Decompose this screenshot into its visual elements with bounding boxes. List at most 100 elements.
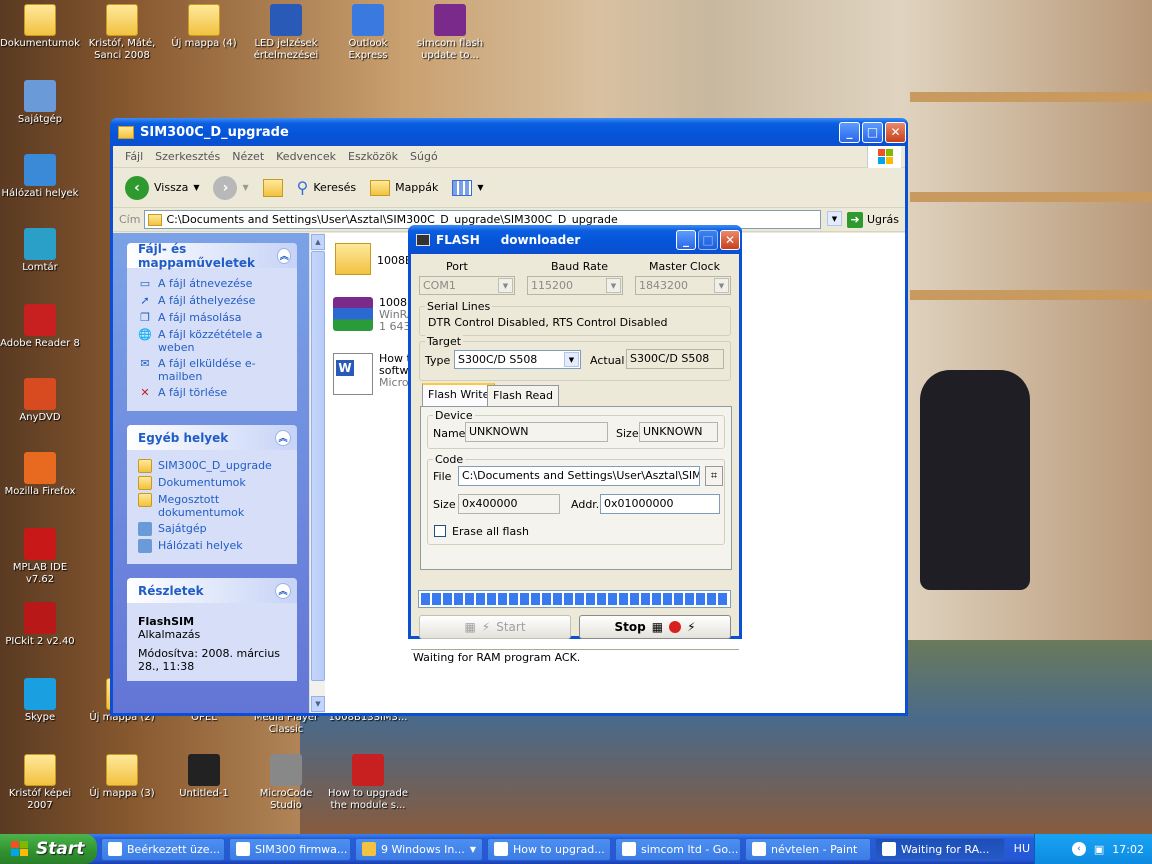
place-item[interactable]: Dokumentumok xyxy=(138,476,289,490)
taskbar-item[interactable]: Beérkezett üze... xyxy=(101,837,225,861)
folder-up-icon xyxy=(262,178,283,197)
flash-downloader-window[interactable]: FLASH downloader _ □ ✕ Port Baud Rate Ma… xyxy=(408,225,742,664)
explorer-titlebar[interactable]: SIM300C_D_upgrade _ □ ✕ xyxy=(110,118,908,146)
taskbar-item[interactable]: 9 Windows In... ▼ xyxy=(355,837,483,861)
desktop-icon[interactable]: Kristóf képei 2007 xyxy=(0,754,80,812)
maximize-button[interactable]: □ xyxy=(862,121,883,143)
desktop-icon[interactable]: Lomtár xyxy=(0,228,80,274)
desktop-icon[interactable]: Skype xyxy=(0,678,80,724)
flash-titlebar[interactable]: FLASH downloader _ □ ✕ xyxy=(408,225,742,254)
desktop-icon[interactable]: LED jelzések értelmezései xyxy=(246,4,326,62)
task-item[interactable]: ✕ A fájl törlése xyxy=(138,386,289,400)
file-item[interactable]: 1008B xyxy=(335,243,413,275)
up-button[interactable] xyxy=(259,177,287,199)
addr-input[interactable]: 0x01000000 xyxy=(600,494,720,514)
browse-chip-icon[interactable]: ⌗ xyxy=(705,466,723,486)
collapse-icon[interactable]: ︽ xyxy=(275,429,291,446)
desktop-icon[interactable]: How to upgrade the module s... xyxy=(328,754,408,812)
scroll-up-arrow-icon[interactable]: ▲ xyxy=(311,234,325,250)
taskbar-item[interactable]: Waiting for RA... xyxy=(875,837,1005,861)
desktop-icon[interactable]: Új mappa (4) xyxy=(164,4,244,50)
progress-segment xyxy=(652,593,661,605)
place-item[interactable]: Hálózati helyek xyxy=(138,539,289,553)
task-item[interactable]: ➚ A fájl áthelyezése xyxy=(138,294,289,308)
collapse-icon[interactable]: ︽ xyxy=(275,582,291,599)
panel-header[interactable]: Részletek ︽ xyxy=(127,578,297,603)
menu-help[interactable]: Súgó xyxy=(404,150,444,163)
task-item[interactable]: ❐ A fájl másolása xyxy=(138,311,289,325)
desktop-icon[interactable]: Dokumentumok xyxy=(0,4,80,50)
dropdown-arrow-icon[interactable]: ▼ xyxy=(242,183,248,192)
minimize-button[interactable]: _ xyxy=(839,121,860,143)
baud-select[interactable]: 115200 ▼ xyxy=(527,276,623,295)
place-item[interactable]: Megosztott dokumentumok xyxy=(138,493,289,519)
collapse-icon[interactable]: ︽ xyxy=(277,247,291,264)
stop-button[interactable]: Stop ▦ ⚡ xyxy=(579,615,731,639)
panel-header[interactable]: Fájl- és mappaműveletek ︽ xyxy=(127,242,297,270)
language-indicator[interactable]: HU xyxy=(1014,834,1030,864)
taskbar-item[interactable]: SIM300 firmwa... xyxy=(229,837,351,861)
tab-flash-write[interactable]: Flash Write xyxy=(422,383,496,406)
desktop-icon[interactable]: simcom flash update to... xyxy=(410,4,490,62)
taskbar-item[interactable]: simcom ltd - Go... xyxy=(615,837,741,861)
file-item[interactable]: W How t softw Micros xyxy=(333,353,414,395)
desktop-icon[interactable]: Mozilla Firefox xyxy=(0,452,80,498)
taskbar-item[interactable]: How to upgrad... xyxy=(487,837,611,861)
desktop-icon-label: PICkit 2 v2.40 xyxy=(5,636,75,647)
taskbar-item[interactable]: névtelen - Paint xyxy=(745,837,871,861)
file-path-input[interactable]: C:\Documents and Settings\User\Asztal\SI… xyxy=(458,466,700,486)
panel-header[interactable]: Egyéb helyek ︽ xyxy=(127,425,297,450)
place-item[interactable]: SIM300C_D_upgrade xyxy=(138,459,289,473)
desktop-icon[interactable]: Hálózati helyek xyxy=(0,154,80,200)
task-item[interactable]: ✉ A fájl elküldése e-mailben xyxy=(138,357,289,383)
desktop-icon[interactable]: MicroCode Studio xyxy=(246,754,326,812)
winrar-icon xyxy=(434,4,466,36)
back-button[interactable]: ‹ Vissza ▼ xyxy=(121,174,203,202)
port-select[interactable]: COM1 ▼ xyxy=(419,276,515,295)
desktop-icon[interactable]: Új mappa (3) xyxy=(82,754,162,800)
place-item[interactable]: Sajátgép xyxy=(138,522,289,536)
clock[interactable]: 17:02 xyxy=(1112,843,1144,856)
close-button[interactable]: ✕ xyxy=(885,121,906,143)
erase-checkbox[interactable] xyxy=(434,525,446,537)
desktop-icon[interactable]: Adobe Reader 8 xyxy=(0,304,80,350)
desktop-icon[interactable]: Outlook Express xyxy=(328,4,408,62)
desktop-icon[interactable]: MPLAB IDE v7.62 xyxy=(0,528,80,586)
tray-expand-icon[interactable]: ‹ xyxy=(1071,842,1086,856)
scroll-down-arrow-icon[interactable]: ▼ xyxy=(311,696,325,712)
close-button[interactable]: ✕ xyxy=(720,229,740,250)
views-button[interactable]: ▼ xyxy=(448,178,487,198)
type-select[interactable]: S300C/D S508 ▼ xyxy=(454,350,581,369)
task-item[interactable]: 🌐 A fájl közzététele a weben xyxy=(138,328,289,354)
desktop-icon[interactable]: PICkit 2 v2.40 xyxy=(0,602,80,648)
menu-file[interactable]: Fájl xyxy=(119,150,149,163)
address-dropdown[interactable]: ▼ xyxy=(825,210,843,229)
menu-tools[interactable]: Eszközök xyxy=(342,150,404,163)
type-value: S300C/D S508 xyxy=(458,353,538,366)
minimize-button[interactable]: _ xyxy=(676,229,696,250)
task-pane-scrollbar[interactable]: ▲ ▼ xyxy=(309,233,325,713)
desktop-icon-label: Kristóf, Máté, Sanci 2008 xyxy=(88,38,156,61)
desktop-icon[interactable]: Untitled-1 xyxy=(164,754,244,800)
flash-body: Port Baud Rate Master Clock COM1 ▼ 115200… xyxy=(411,254,739,664)
search-button[interactable]: ⚲ Keresés xyxy=(293,176,360,199)
task-item[interactable]: ▭ A fájl átnevezése xyxy=(138,277,289,291)
scroll-thumb[interactable] xyxy=(311,251,325,681)
menu-edit[interactable]: Szerkesztés xyxy=(149,150,226,163)
network-tray-icon[interactable]: ▣ xyxy=(1094,843,1104,856)
desktop-icon[interactable]: Sajátgép xyxy=(0,80,80,126)
start-button[interactable]: Start xyxy=(0,834,97,864)
go-button[interactable]: ➜ Ugrás xyxy=(846,211,905,228)
file-item[interactable]: 1008B WinRA 1 643 xyxy=(333,297,415,333)
desktop-icon[interactable]: AnyDVD xyxy=(0,378,80,424)
ie-icon xyxy=(236,842,250,856)
folders-button[interactable]: Mappák xyxy=(366,178,442,198)
dropdown-arrow-icon[interactable]: ▼ xyxy=(193,183,199,192)
tab-flash-read[interactable]: Flash Read xyxy=(487,385,559,406)
start-button[interactable]: ▦ ⚡ Start xyxy=(419,615,571,639)
forward-button[interactable]: › ▼ xyxy=(209,174,252,202)
menu-favorites[interactable]: Kedvencek xyxy=(270,150,342,163)
clock-select[interactable]: 1843200 ▼ xyxy=(635,276,731,295)
desktop-icon[interactable]: Kristóf, Máté, Sanci 2008 xyxy=(82,4,162,62)
menu-view[interactable]: Nézet xyxy=(226,150,270,163)
